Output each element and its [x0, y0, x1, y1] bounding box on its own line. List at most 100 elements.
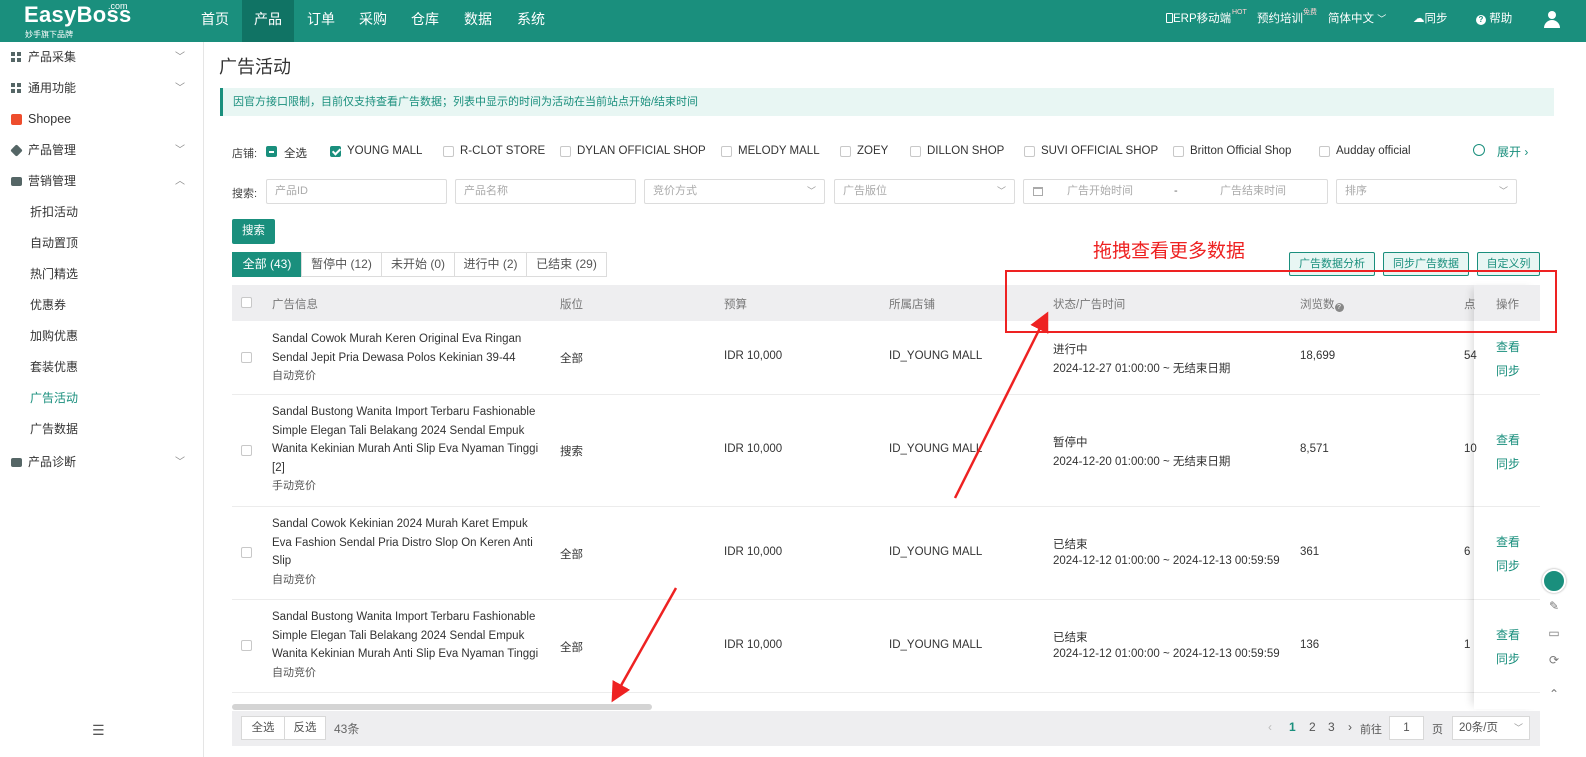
help-link[interactable]: ? 帮助 [1476, 11, 1512, 27]
view-link[interactable]: 查看 [1496, 431, 1520, 448]
view-link[interactable]: 查看 [1496, 338, 1520, 355]
shop-checkbox-r-clot[interactable] [443, 146, 454, 157]
sync-link[interactable]: 同步 [1496, 455, 1520, 472]
tab-paused[interactable]: 暂停中 (12) [301, 252, 382, 277]
prev-page-icon[interactable]: ‹ [1268, 720, 1272, 734]
tab-not-started[interactable]: 未开始 (0) [381, 252, 455, 277]
sidebar-item-product-diagnosis[interactable]: 产品诊断 ﹀ [0, 447, 203, 478]
row-checkbox[interactable] [241, 640, 252, 651]
shop-checkbox-dillon[interactable] [910, 146, 921, 157]
user-icon[interactable] [1544, 11, 1560, 29]
shop-checkbox-melody[interactable] [721, 146, 732, 157]
tab-all[interactable]: 全部 (43) [232, 252, 302, 277]
nav-warehouse[interactable]: 仓库 [400, 0, 450, 42]
shop-checkbox-audday[interactable] [1319, 146, 1330, 157]
nav-data[interactable]: 数据 [452, 0, 504, 42]
search-icon[interactable] [1473, 144, 1485, 156]
product-id-input[interactable]: 产品ID [266, 179, 447, 204]
ad-store: ID_YOUNG MALL [889, 639, 983, 651]
row-checkbox[interactable] [241, 445, 252, 456]
brand-logo[interactable]: EasyBoss .com 妙手旗下品牌 [22, 1, 142, 40]
search-button[interactable]: 搜索 [232, 219, 275, 244]
sidebar-item-hot-picks[interactable]: 热门精选 [0, 259, 203, 290]
page-size-select[interactable]: 20条/页 ﹀ [1452, 716, 1530, 740]
sync-link[interactable]: 同步 [1496, 650, 1520, 667]
page-3[interactable]: 3 [1328, 720, 1335, 734]
shop-label-dillon[interactable]: DILLON SHOP [927, 145, 1004, 157]
bid-method-select[interactable]: 竞价方式 ﹀ [644, 179, 825, 204]
sidebar-item-coupons[interactable]: 优惠券 [0, 290, 203, 321]
nav-home[interactable]: 首页 [190, 0, 240, 42]
col-ad-info: 广告信息 [272, 299, 318, 311]
nav-system[interactable]: 系统 [506, 0, 556, 42]
page-jump-input[interactable]: 1 [1389, 716, 1424, 740]
note-icon[interactable]: ✎ [1547, 599, 1561, 613]
nav-products[interactable]: 产品 [242, 0, 294, 42]
sidebar-item-product-collect[interactable]: 产品采集 ﹀ [0, 42, 203, 73]
sidebar-item-add-on-deal[interactable]: 加购优惠 [0, 321, 203, 352]
horizontal-scrollbar[interactable] [232, 704, 652, 710]
shop-label-audday[interactable]: Audday official [1336, 145, 1411, 157]
page-2[interactable]: 2 [1309, 720, 1316, 734]
nav-orders[interactable]: 订单 [296, 0, 346, 42]
row-checkbox[interactable] [241, 547, 252, 558]
ad-title[interactable]: Sandal Cowok Kekinian 2024 Murah Karet E… [272, 515, 547, 571]
view-link[interactable]: 查看 [1496, 626, 1520, 643]
sort-select[interactable]: 排序 ﹀ [1336, 179, 1517, 204]
shop-checkbox-britton[interactable] [1173, 146, 1184, 157]
refresh-icon[interactable]: ⟳ [1547, 653, 1561, 667]
chat-icon[interactable]: ▭ [1547, 626, 1561, 640]
assistant-avatar-icon[interactable] [1542, 569, 1566, 593]
shop-label-melody[interactable]: MELODY MALL [738, 145, 820, 157]
shop-checkbox-young-mall[interactable] [330, 146, 341, 157]
ad-budget: IDR 10,000 [724, 350, 783, 362]
sidebar-item-ad-campaigns[interactable]: 广告活动 [0, 383, 203, 414]
sidebar-item-auto-top[interactable]: 自动置顶 [0, 228, 203, 259]
shop-label-r-clot[interactable]: R-CLOT STORE [460, 145, 545, 157]
ad-title[interactable]: Sandal Cowok Murah Keren Original Eva Ri… [272, 330, 547, 367]
training-link[interactable]: 预约培训 免费 [1257, 9, 1317, 27]
sidebar-item-bundle-deal[interactable]: 套装优惠 [0, 352, 203, 383]
sidebar-item-shopee[interactable]: Shopee [0, 104, 203, 135]
tab-running[interactable]: 进行中 (2) [454, 252, 527, 277]
select-all-checkbox[interactable] [266, 146, 277, 157]
ad-title[interactable]: Sandal Bustong Wanita Import Terbaru Fas… [272, 403, 547, 477]
footer-invert-button[interactable]: 反选 [284, 716, 326, 740]
nav-purchase[interactable]: 采购 [348, 0, 398, 42]
sidebar-item-discount[interactable]: 折扣活动 [0, 197, 203, 228]
tab-ended[interactable]: 已结束 (29) [526, 252, 607, 277]
view-link[interactable]: 查看 [1496, 533, 1520, 550]
product-name-input[interactable]: 产品名称 [455, 179, 636, 204]
header-select-checkbox[interactable] [241, 297, 252, 308]
next-page-icon[interactable]: › [1348, 720, 1352, 734]
select-all-label[interactable]: 全选 [284, 145, 307, 161]
shop-label-dylan[interactable]: DYLAN OFFICIAL SHOP [577, 145, 706, 157]
shop-checkbox-zoey[interactable] [840, 146, 851, 157]
shop-label-suvi[interactable]: SUVI OFFICIAL SHOP [1041, 145, 1158, 157]
language-select[interactable]: 简体中文 ﹀ [1328, 11, 1386, 27]
sync-link[interactable]: ☁同步 [1413, 11, 1448, 27]
collapse-menu-icon[interactable]: ☰ [92, 722, 105, 739]
shop-checkbox-suvi[interactable] [1024, 146, 1035, 157]
sidebar-item-marketing[interactable]: 营销管理 ︿ [0, 166, 203, 197]
sidebar-item-product-management[interactable]: 产品管理 ﹀ [0, 135, 203, 166]
shop-label-zoey[interactable]: ZOEY [857, 145, 888, 157]
expand-toggle[interactable]: 展开 › [1497, 143, 1528, 160]
footer-select-all-button[interactable]: 全选 [241, 716, 285, 740]
row-checkbox[interactable] [241, 352, 252, 363]
page-1[interactable]: 1 [1289, 720, 1296, 734]
date-range-picker[interactable]: 广告开始时间 - 广告结束时间 [1023, 179, 1328, 204]
back-to-top-icon[interactable]: ⌃ [1547, 687, 1561, 701]
sync-link[interactable]: 同步 [1496, 557, 1520, 574]
sidebar-item-ad-data[interactable]: 广告数据 [0, 414, 203, 445]
shop-label-young-mall[interactable]: YOUNG MALL [347, 145, 422, 157]
date-range-separator: - [1174, 185, 1178, 197]
ad-slot-select[interactable]: 广告版位 ﹀ [834, 179, 1015, 204]
sync-link[interactable]: 同步 [1496, 362, 1520, 379]
shop-label-britton[interactable]: Britton Official Shop [1190, 145, 1291, 157]
erp-mobile-link[interactable]: ERP移动端 HOT [1166, 9, 1247, 27]
sidebar-item-common-functions[interactable]: 通用功能 ﹀ [0, 73, 203, 104]
ad-title[interactable]: Sandal Bustong Wanita Import Terbaru Fas… [272, 608, 547, 664]
shop-checkbox-dylan[interactable] [560, 146, 571, 157]
ad-time: 2024-12-12 01:00:00 ~ 2024-12-13 00:59:5… [1053, 648, 1280, 660]
